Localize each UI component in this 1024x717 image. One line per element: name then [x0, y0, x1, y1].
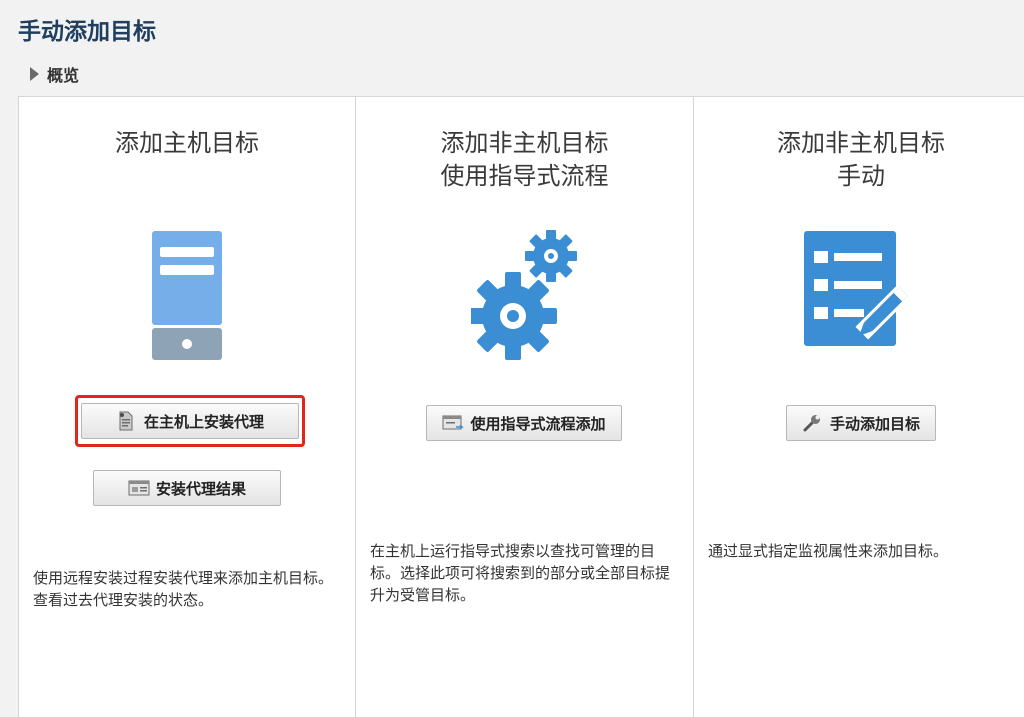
add-using-guided-process-label: 使用指导式流程添加: [470, 414, 606, 433]
panel-add-host-targets: 添加主机目标 在主机上安装代理 安装代理结果 使用远程安装过程安装代理来添加主机…: [18, 97, 356, 717]
panel-title-line: 添加主机目标: [115, 129, 259, 157]
panel-title: 添加主机目标: [19, 127, 355, 160]
panel-add-nonhost-guided: 添加非主机目标 使用指导式流程 使用指导式流程添加 在主机上运行指导式搜索以查找…: [356, 97, 694, 717]
wrench-icon: [802, 413, 822, 433]
panel-title-line: 使用指导式流程: [440, 162, 609, 190]
panel-description: 使用远程安装过程安装代理来添加主机目标。查看过去代理安装的状态。: [33, 569, 334, 609]
overview-toggle[interactable]: 概览: [30, 62, 79, 86]
panel-title: 添加非主机目标 手动: [694, 127, 1024, 193]
install-agent-results-label: 安装代理结果: [155, 479, 246, 498]
install-agent-results-button[interactable]: 安装代理结果: [93, 470, 281, 506]
panel-add-nonhost-manual: 添加非主机目标 手动 手动添加目标 通过显式指定监视属性来添加目标。: [694, 97, 1024, 717]
add-targets-manually-label: 手动添加目标: [829, 414, 920, 433]
wizard-icon: [442, 413, 465, 433]
install-agent-on-host-button[interactable]: 在主机上安装代理: [81, 403, 299, 439]
panel-title-line: 添加非主机目标: [777, 129, 945, 157]
results-window-icon: [128, 478, 150, 498]
panel-title-line: 手动: [837, 162, 885, 190]
panel-description: 通过显式指定监视属性来添加目标。: [708, 542, 949, 560]
list-edit-icon: [804, 231, 924, 365]
server-icon: [152, 231, 222, 365]
add-using-guided-process-button[interactable]: 使用指导式流程添加: [426, 405, 622, 441]
panel-title-line: 添加非主机目标: [440, 129, 609, 157]
overview-label: 概览: [47, 66, 80, 85]
document-icon: [116, 411, 136, 431]
page-title: 手动添加目标: [18, 19, 156, 45]
install-agent-on-host-label: 在主机上安装代理: [143, 412, 264, 431]
panel-description: 在主机上运行指导式搜索以查找可管理的目标。选择此项可将搜索到的部分或全部目标提升…: [370, 542, 671, 604]
panel-title: 添加非主机目标 使用指导式流程: [356, 127, 693, 193]
gears-icon: [469, 229, 581, 368]
expand-triangle-icon[interactable]: [30, 67, 39, 81]
add-targets-manually-button[interactable]: 手动添加目标: [786, 405, 936, 441]
panels-container: 添加主机目标 在主机上安装代理 安装代理结果 使用远程安装过程安装代理来添加主机…: [18, 96, 1024, 717]
